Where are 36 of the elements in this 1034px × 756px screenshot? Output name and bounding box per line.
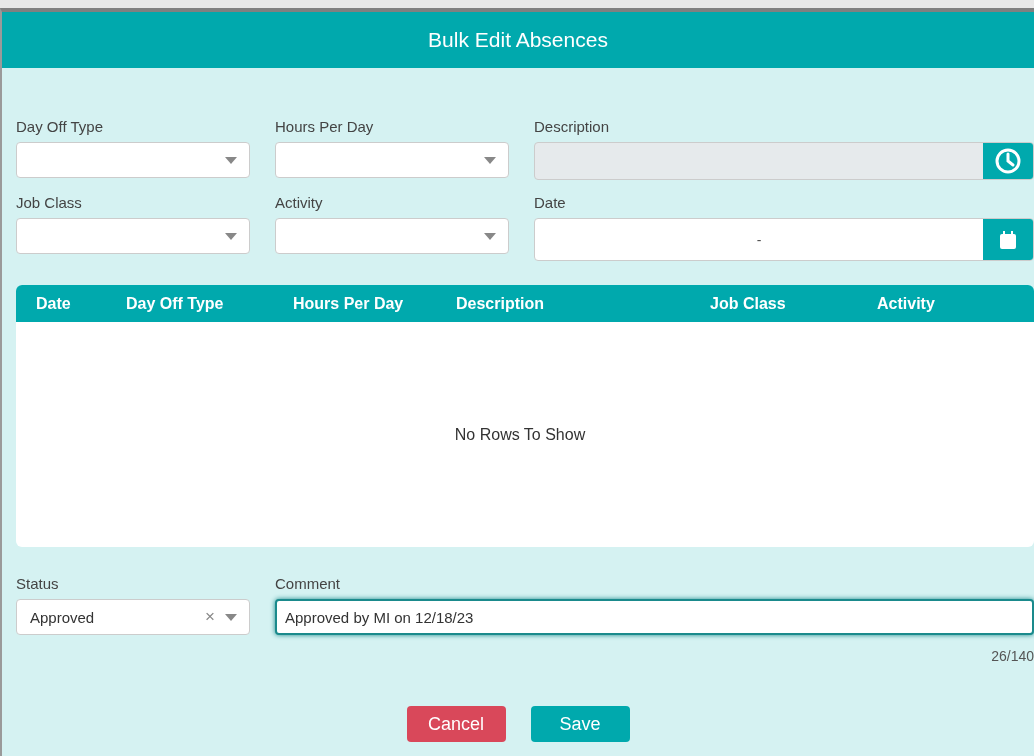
field-label: Day Off Type: [16, 118, 103, 135]
select-field[interactable]: [275, 218, 509, 254]
clock-icon: [995, 148, 1021, 174]
column-header[interactable]: Day Off Type: [126, 294, 224, 313]
cancel-button[interactable]: Cancel: [406, 706, 506, 742]
field-label: Status: [16, 575, 59, 592]
caret-icon: [484, 232, 496, 240]
calendar-button[interactable]: [983, 219, 1033, 260]
column-header[interactable]: Activity: [877, 294, 935, 313]
calendar-icon: [1000, 230, 1016, 249]
save-button[interactable]: Save: [530, 706, 630, 742]
column-header[interactable]: Hours Per Day: [293, 294, 404, 313]
clear-button[interactable]: ×: [205, 607, 215, 627]
select-field[interactable]: [16, 218, 250, 254]
field-label: Job Class: [16, 194, 82, 211]
field-label: Hours Per Day: [275, 118, 374, 135]
date-field[interactable]: -: [534, 218, 1034, 261]
comment-field[interactable]: Approved by MI on 12/18/23: [275, 599, 1034, 635]
select-field[interactable]: [16, 142, 250, 178]
field-label: Comment: [275, 575, 341, 592]
field-label: Date: [534, 194, 566, 211]
column-header[interactable]: Date: [36, 294, 71, 313]
caret-icon: [484, 156, 496, 164]
caret-icon: [225, 613, 237, 621]
caret-icon: [225, 156, 237, 164]
empty-message: No Rows To Show: [454, 425, 586, 444]
field-label: Description: [534, 118, 610, 135]
column-header[interactable]: Job Class: [710, 294, 786, 313]
date-value: -: [756, 231, 762, 248]
character-counter: 26/140: [991, 648, 1034, 664]
caret-icon: [225, 232, 237, 240]
dialog-title: Bulk Edit Absences: [428, 28, 608, 52]
column-header[interactable]: Description: [456, 294, 544, 313]
select-field[interactable]: [275, 142, 509, 178]
status-select[interactable]: Approved ×: [16, 599, 250, 635]
field-label: Activity: [275, 194, 323, 211]
